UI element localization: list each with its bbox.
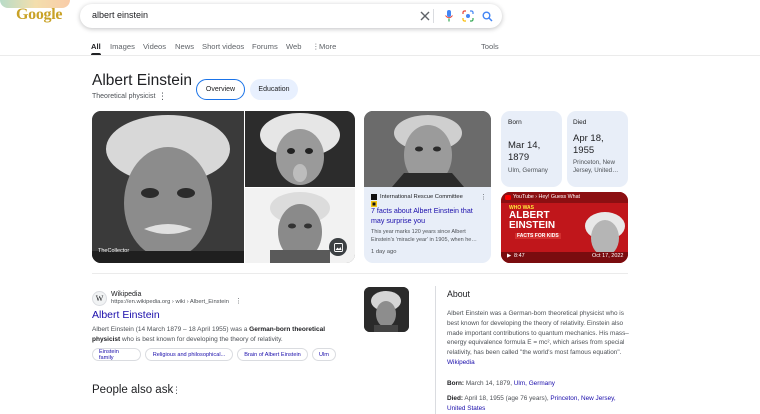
entity-more-icon[interactable]: ⋮	[158, 91, 167, 102]
result-site-name[interactable]: Wikipedia	[111, 291, 141, 298]
tab-web[interactable]: Web	[286, 42, 301, 51]
microphone-icon[interactable]	[442, 9, 456, 23]
tab-news[interactable]: News	[175, 42, 194, 51]
video-duration: 8:47	[514, 253, 525, 259]
video-card[interactable]: YouTube › Hey! Guess What WHO WAS ALBERT…	[501, 192, 628, 263]
einstein-tongue-image[interactable]	[245, 111, 355, 187]
result-more-icon[interactable]: ⋮	[235, 297, 242, 305]
result-url[interactable]: https://en.wikipedia.org › wiki › Albert…	[111, 299, 229, 305]
image-source-caption: TheCollector	[98, 248, 130, 254]
tab-forums[interactable]: Forums	[252, 42, 278, 51]
play-icon[interactable]: ▶	[507, 253, 511, 259]
paa-more-icon[interactable]: ⋮	[172, 385, 181, 396]
died-label: Died	[573, 119, 587, 126]
entity-title: Albert Einstein	[92, 72, 192, 89]
about-died-row: Died: April 18, 1955 (age 76 years), Pri…	[447, 395, 616, 412]
video-date: Oct 17, 2022	[592, 253, 624, 259]
result-title[interactable]: Albert Einstein	[92, 309, 160, 321]
image-gallery-icon[interactable]	[329, 238, 347, 256]
pill-einstein-family[interactable]: Einstein family	[92, 348, 141, 361]
chip-overview[interactable]: Overview	[196, 79, 245, 100]
article-source: International Rescue Committee	[380, 194, 463, 200]
article-card[interactable]: International Rescue Committee ⋮ 7 facts…	[364, 111, 491, 263]
article-image	[364, 111, 491, 187]
wikipedia-favicon: W	[92, 291, 107, 306]
section-divider	[92, 273, 628, 274]
died-place-link-1[interactable]: Princeton,	[550, 395, 579, 402]
died-place-link-2[interactable]: New Jersey,	[581, 395, 616, 402]
tabs-divider	[0, 55, 760, 56]
about-title: About	[447, 289, 470, 299]
lens-icon[interactable]	[461, 9, 475, 23]
died-place: Princeton, New Jersey, United…	[573, 159, 619, 174]
einstein-smiling-image[interactable]	[245, 188, 355, 263]
tools-button[interactable]: Tools	[481, 42, 499, 51]
result-snippet: Albert Einstein (14 March 1879 – 18 Apri…	[92, 326, 326, 343]
about-divider	[435, 286, 436, 414]
died-fact-card[interactable]: Died Apr 18, 1955 Princeton, New Jersey,…	[567, 111, 628, 187]
born-place: Ulm, Germany	[508, 167, 548, 174]
about-description: Albert Einstein was a German-born theore…	[447, 310, 629, 366]
chip-education[interactable]: Education	[250, 79, 298, 100]
entity-subtitle: Theoretical physicist	[92, 93, 156, 100]
born-place-link[interactable]: Ulm, Germany	[514, 380, 555, 387]
tab-short-videos[interactable]: Short videos	[202, 42, 244, 51]
article-more-icon[interactable]: ⋮	[480, 193, 487, 201]
born-date: Mar 14, 1879	[508, 140, 541, 163]
article-snippet: This year marks 120 years since Albert E…	[371, 229, 477, 243]
about-born-row: Born: March 14, 1879, Ulm, Germany	[447, 380, 555, 387]
died-date: Apr 18, 1955	[573, 133, 604, 156]
clear-icon[interactable]	[418, 9, 432, 23]
tab-more[interactable]: More	[319, 42, 336, 51]
tab-videos[interactable]: Videos	[143, 42, 166, 51]
born-fact-card[interactable]: Born Mar 14, 1879 Ulm, Germany	[501, 111, 562, 187]
search-input[interactable]: albert einstein	[92, 10, 148, 20]
tab-all[interactable]: All	[91, 42, 101, 51]
video-source: YouTube › Hey! Guess What	[513, 194, 581, 200]
about-source-link[interactable]: Wikipedia	[447, 359, 475, 366]
pill-religious-views[interactable]: Religious and philosophical...	[145, 348, 233, 361]
youtube-icon	[505, 195, 511, 200]
video-thumb-title: ALBERT EINSTEIN	[509, 210, 556, 231]
video-thumb-sub: FACTS FOR KIDS	[515, 233, 561, 239]
born-label: Born	[508, 119, 522, 126]
google-logo[interactable]: Google	[16, 6, 76, 28]
source-favicon	[371, 194, 377, 207]
search-icon[interactable]	[480, 9, 494, 23]
tab-images[interactable]: Images	[110, 42, 135, 51]
article-age: 1 day ago	[371, 249, 397, 255]
people-also-ask-title: People also ask	[92, 384, 174, 396]
article-title[interactable]: 7 facts about Albert Einstein that may s…	[371, 206, 485, 226]
einstein-portrait-image[interactable]: TheCollector	[92, 111, 244, 263]
result-thumbnail[interactable]	[364, 287, 409, 332]
search-divider	[433, 9, 434, 23]
pill-brain-of-einstein[interactable]: Brain of Albert Einstein	[237, 348, 308, 361]
died-place-link-3[interactable]: United States	[447, 405, 485, 412]
search-box[interactable]: albert einstein	[80, 4, 502, 28]
pill-ulm[interactable]: Ulm	[312, 348, 336, 361]
